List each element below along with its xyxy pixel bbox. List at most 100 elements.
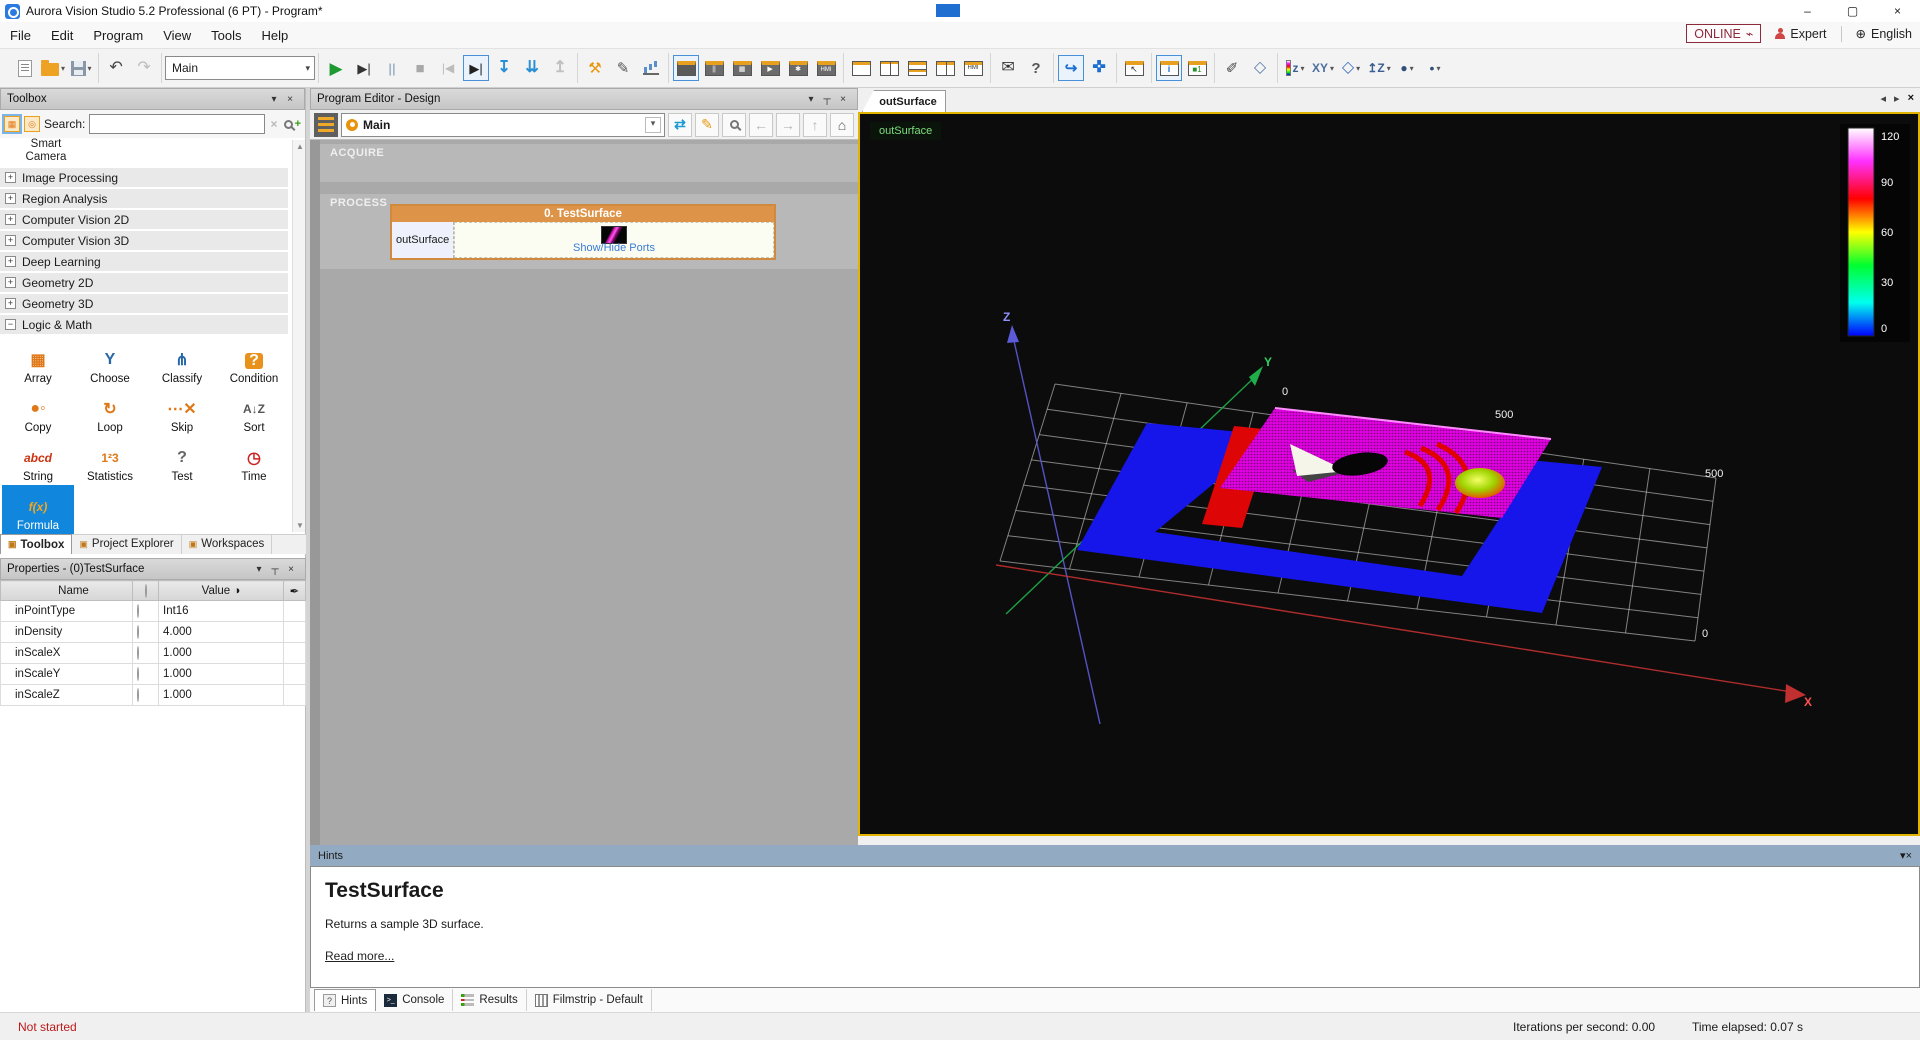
open-program-button[interactable]: ▾ (40, 55, 66, 81)
preview-window-5-button[interactable]: ✱ (785, 55, 811, 81)
add-filter-icon[interactable]: + (295, 118, 301, 130)
show-hide-ports-link[interactable]: Show/Hide Ports (573, 242, 655, 254)
color-picker-button[interactable]: ✐ (1219, 55, 1245, 81)
toolbox-category-image-processing[interactable]: +Image Processing (0, 168, 288, 187)
preview-window-1-button[interactable] (673, 55, 699, 81)
tool-classify[interactable]: ⋔Classify (146, 338, 218, 387)
tool-statistics[interactable]: 1²3Statistics (74, 436, 146, 485)
expand-icon[interactable]: + (5, 193, 16, 204)
tab-results[interactable]: Results (453, 989, 526, 1011)
pin-icon[interactable]: ┬ (819, 94, 835, 105)
expand-icon[interactable]: + (5, 235, 16, 246)
pause-program-button[interactable]: || (379, 55, 405, 81)
update-data-previews-button[interactable]: ⚒ (582, 55, 608, 81)
chevron-down-icon[interactable]: ▾ (1330, 64, 1334, 73)
expand-icon[interactable]: + (5, 277, 16, 288)
previous-iteration-button[interactable]: |◀ (435, 55, 461, 81)
style-cell[interactable] (284, 622, 306, 643)
wireframe-3d-view-button[interactable]: ◇ (1247, 55, 1273, 81)
style-cell[interactable] (284, 643, 306, 664)
language-button[interactable]: ⊕ English (1856, 26, 1912, 41)
switch-view-button[interactable]: ⇄ (668, 113, 692, 137)
tool-condition[interactable]: ?Condition (218, 338, 290, 387)
preview-window-3-button[interactable]: ▦ (729, 55, 755, 81)
scroll-up-icon[interactable]: ▲ (296, 142, 304, 151)
xy-ruler-button[interactable]: XY▾ (1310, 55, 1336, 81)
z-colormap-button[interactable]: z▾ (1282, 55, 1308, 81)
compare-window-button[interactable]: ■1 (1184, 55, 1210, 81)
save-program-button[interactable]: ▾ (68, 55, 94, 81)
layout-hmi-button[interactable]: HMI (960, 55, 986, 81)
info-window-button[interactable]: i (1156, 55, 1182, 81)
expert-mode-button[interactable]: Expert (1775, 27, 1826, 41)
eye-icon[interactable] (137, 688, 139, 702)
tool-choose[interactable]: YChoose (74, 338, 146, 387)
program-canvas[interactable]: ACQUIRE PROCESS 0. TestSurface outSurfac… (310, 140, 858, 845)
z-axis-button[interactable]: ↥Z▾ (1366, 55, 1392, 81)
preview-window-hmi-button[interactable]: HMI (813, 55, 839, 81)
tab-hints[interactable]: ?Hints (314, 989, 376, 1011)
redo-button[interactable]: ↷ (131, 55, 157, 81)
tool-sort[interactable]: A↓ZSort (218, 387, 290, 436)
chevron-down-icon[interactable]: ▾ (645, 117, 661, 133)
scroll-tabs-right-icon[interactable]: ▸ (1894, 92, 1900, 105)
macrofilter-selector[interactable]: Main ▾ (341, 113, 665, 137)
stop-program-button[interactable]: ■ (407, 55, 433, 81)
program-statistics-button[interactable] (638, 55, 664, 81)
toolbox-scrollbar[interactable]: ▲ ▼ (292, 140, 305, 532)
tab-outsurface[interactable]: outSurface (862, 90, 946, 112)
visibility-cell[interactable] (133, 685, 159, 706)
close-icon[interactable]: × (1906, 850, 1912, 862)
tab-console[interactable]: >_Console (376, 989, 453, 1011)
layout-single-button[interactable] (848, 55, 874, 81)
property-value[interactable]: 1.000 (159, 685, 284, 706)
visibility-cell[interactable] (133, 664, 159, 685)
clear-search-icon[interactable]: × (269, 117, 280, 131)
point-style-button[interactable]: ●▾ (1394, 55, 1420, 81)
minimize-button[interactable]: – (1785, 0, 1830, 22)
chevron-down-icon[interactable]: ▾ (61, 64, 65, 73)
tab-toolbox[interactable]: ▣Toolbox (0, 534, 72, 554)
expand-icon[interactable]: + (5, 172, 16, 183)
filter-block-testsurface[interactable]: 0. TestSurface outSurface Show/Hide Port… (390, 204, 776, 260)
filter-block-title[interactable]: 0. TestSurface (392, 206, 774, 222)
pin-icon[interactable]: ┬ (267, 564, 283, 575)
macrofilter-list-button[interactable] (314, 113, 338, 137)
menu-program[interactable]: Program (83, 24, 153, 47)
visibility-cell[interactable] (133, 601, 159, 622)
column-header-value[interactable]: Value ◑ (159, 581, 284, 601)
column-header-visibility[interactable] (133, 581, 159, 601)
pan-tool-button[interactable]: ↪ (1058, 55, 1084, 81)
expand-icon[interactable]: + (5, 214, 16, 225)
new-program-button[interactable] (12, 55, 38, 81)
surface-3d-view[interactable]: ZYX050050001209060300 outSurface (858, 112, 1920, 836)
tool-skip[interactable]: ⋯✕Skip (146, 387, 218, 436)
menu-view[interactable]: View (153, 24, 201, 47)
send-feedback-button[interactable]: ✉ (995, 55, 1021, 81)
eye-icon[interactable] (137, 646, 139, 660)
menu-file[interactable]: File (0, 24, 41, 47)
tab-filmstrip-default[interactable]: Filmstrip - Default (527, 989, 652, 1011)
step-into-button[interactable]: ↧ (491, 55, 517, 81)
maximize-button[interactable]: ▢ (1830, 0, 1875, 22)
panel-menu-icon[interactable]: ▾ (266, 94, 282, 105)
filter-output-port[interactable]: outSurface (392, 222, 454, 258)
visibility-cell[interactable] (133, 622, 159, 643)
toolbox-category-logic-math[interactable]: −Logic & Math (0, 315, 288, 334)
eye-icon[interactable] (137, 667, 139, 681)
move-tool-button[interactable]: ✜ (1086, 55, 1112, 81)
run-single-iteration-button[interactable]: ▶| (463, 55, 489, 81)
close-button[interactable]: × (1875, 0, 1920, 22)
find-button[interactable] (722, 113, 746, 137)
program-selector[interactable]: Main▾ (165, 56, 315, 80)
search-input[interactable] (89, 114, 264, 134)
step-out-button[interactable]: ↥ (547, 55, 573, 81)
eye-icon[interactable] (137, 625, 139, 639)
chevron-down-icon[interactable]: ▾ (1387, 64, 1391, 73)
toolbox-category-geometry-3d[interactable]: +Geometry 3D (0, 294, 288, 313)
style-cell[interactable] (284, 601, 306, 622)
scroll-down-icon[interactable]: ▼ (296, 521, 304, 530)
tool-test[interactable]: ?Test (146, 436, 218, 485)
tab-workspaces[interactable]: ▣Workspaces (182, 534, 273, 554)
home-button[interactable]: ⌂ (830, 113, 854, 137)
